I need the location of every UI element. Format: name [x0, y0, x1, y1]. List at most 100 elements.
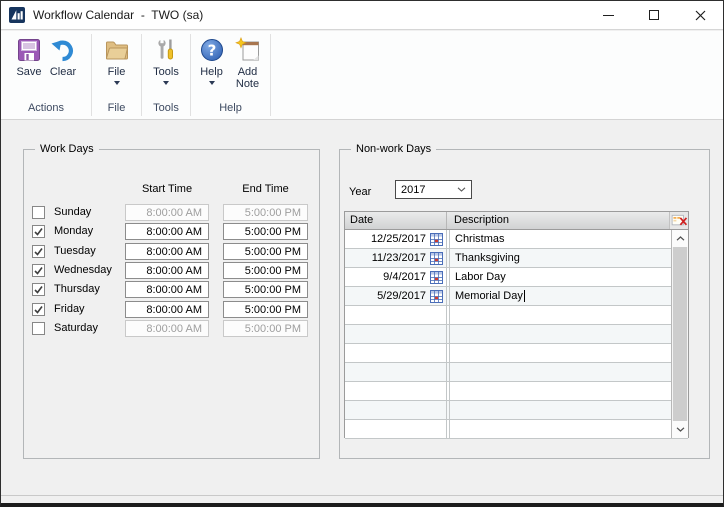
date-cell[interactable]: 5/29/2017 — [345, 287, 447, 305]
toolbar-group-file: File File — [92, 31, 141, 119]
description-cell[interactable] — [449, 401, 671, 419]
calendar-grid-icon[interactable] — [430, 290, 443, 303]
date-cell[interactable] — [345, 401, 447, 419]
start-time-field[interactable]: 8:00:00 AM — [125, 301, 209, 318]
check-icon — [33, 226, 44, 237]
tools-menu-button[interactable]: Tools — [149, 36, 183, 86]
workday-checkbox[interactable] — [32, 303, 45, 316]
end-time-field[interactable]: 5:00:00 PM — [223, 301, 308, 318]
nonwork-row: 5/29/2017 Memorial Day — [345, 287, 688, 306]
add-note-button[interactable]: Add Note — [229, 36, 267, 91]
date-cell[interactable] — [345, 363, 447, 381]
description-value: Memorial Day — [455, 290, 523, 302]
workday-row-wednesday: Wednesday 8:00:00 AM 5:00:00 PM — [24, 262, 319, 281]
file-menu-label: File — [108, 66, 126, 78]
work-days-legend: Work Days — [35, 143, 99, 156]
save-button[interactable]: Save — [12, 36, 46, 79]
calendar-grid-icon[interactable] — [430, 271, 443, 284]
nonwork-row-empty — [345, 306, 688, 325]
scrollbar-thumb[interactable] — [673, 247, 687, 421]
start-time-field[interactable]: 8:00:00 AM — [125, 243, 209, 260]
workday-checkbox[interactable] — [32, 206, 45, 219]
workflow-calendar-window: Workflow Calendar - TWO (sa) — [0, 0, 724, 507]
vertical-scrollbar[interactable] — [671, 230, 688, 438]
workday-checkbox[interactable] — [32, 283, 45, 296]
workday-row-friday: Friday 8:00:00 AM 5:00:00 PM — [24, 301, 319, 320]
save-button-label: Save — [16, 66, 41, 78]
grid-header: Date Description — [345, 212, 688, 230]
note-sparkle-icon — [235, 37, 261, 63]
toolbar-group-label-actions: Actions — [1, 102, 91, 119]
workday-row-tuesday: Tuesday 8:00:00 AM 5:00:00 PM — [24, 243, 319, 262]
start-time-field[interactable]: 8:00:00 AM — [125, 281, 209, 298]
minimize-icon — [603, 15, 614, 16]
scroll-up-button[interactable] — [672, 230, 688, 247]
work-days-groupbox: Work Days Start Time End Time Sunday 8:0… — [23, 149, 320, 459]
check-icon — [33, 284, 44, 295]
help-menu-button[interactable]: ? Help — [195, 36, 229, 86]
scroll-down-button[interactable] — [672, 421, 688, 438]
date-column-header: Date — [345, 212, 447, 229]
workday-checkbox[interactable] — [32, 245, 45, 258]
calendar-grid-icon[interactable] — [430, 252, 443, 265]
maximize-button[interactable] — [631, 1, 677, 29]
workday-row-monday: Monday 8:00:00 AM 5:00:00 PM — [24, 223, 319, 242]
workday-checkbox[interactable] — [32, 322, 45, 335]
wrench-screwdriver-icon — [153, 37, 179, 63]
start-time-column-header: Start Time — [125, 183, 209, 195]
date-cell[interactable] — [345, 382, 447, 400]
date-cell[interactable] — [345, 325, 447, 343]
description-cell[interactable]: Memorial Day — [449, 287, 671, 305]
minimize-button[interactable] — [585, 1, 631, 29]
date-cell[interactable]: 9/4/2017 — [345, 268, 447, 286]
toolbar-group-label-tools: Tools — [142, 102, 190, 119]
description-cell[interactable] — [449, 325, 671, 343]
delete-row-button[interactable] — [669, 212, 688, 229]
year-dropdown[interactable]: 2017 — [395, 180, 472, 199]
description-cell[interactable]: Thanksgiving — [449, 249, 671, 267]
undo-arrow-icon — [50, 37, 76, 63]
toolbar-separator — [270, 34, 271, 116]
svg-text:?: ? — [207, 42, 216, 60]
description-cell[interactable]: Labor Day — [449, 268, 671, 286]
file-menu-button[interactable]: File — [100, 36, 134, 86]
nonwork-row-empty — [345, 420, 688, 439]
end-time-field: 5:00:00 PM — [223, 320, 308, 337]
calendar-grid-icon[interactable] — [430, 233, 443, 246]
date-cell[interactable]: 11/23/2017 — [345, 249, 447, 267]
tools-menu-label: Tools — [153, 66, 179, 78]
check-icon — [33, 246, 44, 257]
workday-checkbox[interactable] — [32, 225, 45, 238]
description-cell[interactable] — [449, 306, 671, 324]
start-time-field[interactable]: 8:00:00 AM — [125, 223, 209, 240]
end-time-field[interactable]: 5:00:00 PM — [223, 281, 308, 298]
workday-label: Thursday — [54, 283, 100, 295]
floppy-disk-icon — [16, 37, 42, 63]
description-cell[interactable]: Christmas — [449, 230, 671, 248]
end-time-field: 5:00:00 PM — [223, 204, 308, 221]
end-time-field[interactable]: 5:00:00 PM — [223, 262, 308, 279]
description-cell[interactable] — [449, 344, 671, 362]
description-cell[interactable] — [449, 420, 671, 438]
folder-icon — [104, 37, 130, 63]
chevron-up-icon — [676, 236, 685, 241]
date-cell[interactable] — [345, 344, 447, 362]
clear-button[interactable]: Clear — [46, 36, 80, 79]
date-cell[interactable] — [345, 306, 447, 324]
date-value: 5/29/2017 — [377, 290, 426, 302]
date-cell[interactable] — [345, 420, 447, 438]
workday-checkbox[interactable] — [32, 264, 45, 277]
end-time-field[interactable]: 5:00:00 PM — [223, 223, 308, 240]
check-icon — [33, 265, 44, 276]
description-cell[interactable] — [449, 382, 671, 400]
description-cell[interactable] — [449, 363, 671, 381]
toolbar-group-actions: Save Clear Actions — [1, 31, 91, 119]
chevron-down-icon — [209, 81, 215, 85]
start-time-field[interactable]: 8:00:00 AM — [125, 262, 209, 279]
chevron-down-icon — [114, 81, 120, 85]
question-mark-icon: ? — [199, 37, 225, 63]
close-button[interactable] — [677, 1, 723, 29]
date-cell[interactable]: 12/25/2017 — [345, 230, 447, 248]
end-time-field[interactable]: 5:00:00 PM — [223, 243, 308, 260]
status-divider — [1, 495, 723, 496]
